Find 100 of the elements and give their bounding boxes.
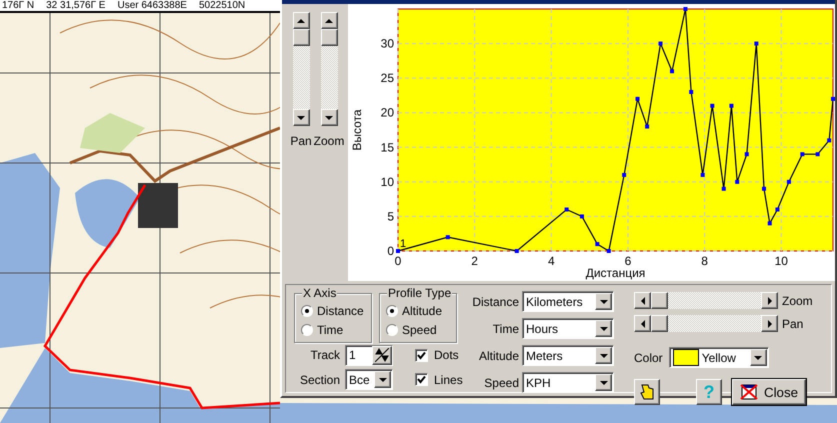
input-field[interactable]: 1 [345,344,393,366]
y-tick-label: 0 [387,244,394,258]
radio-label[interactable]: Distance [317,304,364,318]
dropdown-arrow-button[interactable] [374,371,391,388]
field-label: Altitude [478,348,519,362]
hand-icon [639,383,655,401]
data-point [700,172,705,177]
data-point [645,124,650,129]
data-point [396,249,400,253]
slider-label: Pan [290,134,312,148]
field-label: Section [298,372,341,387]
scroll-left-button[interactable] [634,292,651,309]
dropdown-arrow-button[interactable] [595,293,612,310]
radio-label[interactable]: Time [317,323,344,337]
slider-label: Zoom [314,134,344,148]
x-tick-label: 2 [471,254,478,268]
x-tick-label: 8 [701,254,708,268]
data-point [564,208,569,212]
x-axis-title: Дистанция [586,266,646,280]
group-title: Profile Type [387,286,452,300]
data-point [768,221,772,226]
dropdown[interactable]: Kilometers [522,291,614,312]
data-point [446,235,450,240]
data-point [514,249,519,253]
scroll-right-button[interactable] [761,292,778,309]
data-point [606,249,611,253]
data-point [595,242,600,246]
field-label: Color [634,350,663,364]
y-axis-title: Высота [350,109,364,151]
user-north-text: 5022510N [198,0,246,11]
radio-button[interactable] [386,305,398,317]
field-label: Distance [471,294,519,308]
checkbox-label[interactable]: Dots [434,348,459,362]
data-point [775,208,780,212]
radio-label[interactable]: Altitude [402,304,442,318]
checkbox-label[interactable]: Lines [434,372,463,387]
scroll-down-button[interactable] [320,109,338,126]
dropdown[interactable]: Все [345,369,393,390]
data-point [762,186,766,191]
dropdown[interactable]: KPH [522,372,614,393]
data-point [622,172,626,177]
dropdown-arrow-button[interactable] [595,320,612,337]
group-title: X Axis [302,286,338,300]
close-icon [740,384,758,400]
scroll-up-button[interactable] [292,12,310,29]
data-point [710,104,714,108]
radio-button[interactable] [301,305,313,317]
data-point [800,152,804,156]
point-label: 1 [400,238,406,250]
y-tick-label: 10 [380,174,394,189]
data-point [786,180,791,184]
slider-thumb[interactable] [292,29,310,46]
data-point [689,90,694,94]
data-point [580,214,584,218]
field-label: Track [309,348,341,362]
data-point [744,152,749,156]
radio-label[interactable]: Speed [402,323,437,337]
scroll-left-button[interactable] [634,315,651,332]
close-button[interactable]: Close [732,379,806,405]
data-point [670,69,674,74]
y-tick-label: 5 [387,209,394,224]
dropdown-arrow-button[interactable] [595,374,612,391]
data-point [735,180,740,184]
y-tick-label: 15 [380,140,394,154]
x-tick-label: 4 [548,254,555,268]
scroll-right-button[interactable] [761,315,778,332]
data-point [729,104,734,108]
scroll-up-button[interactable] [320,12,338,29]
field-label: Time [492,322,519,336]
x-tick-label: 6 [624,254,632,268]
radio-button[interactable] [386,324,398,336]
data-point [658,42,663,46]
y-tick-label: 30 [380,36,394,51]
dropdown[interactable]: Yellow [668,347,769,368]
checkbox[interactable] [415,348,428,362]
scroll-down-button[interactable] [292,109,310,126]
slider-thumb[interactable] [320,29,338,46]
user-east-text: User 6463388E [117,0,187,11]
y-tick-label: 20 [380,106,394,120]
data-point [754,42,758,46]
data-point [683,7,688,11]
dropdown-arrow-button[interactable] [750,349,767,366]
hand-button[interactable] [634,379,660,405]
spin-button[interactable] [372,346,392,365]
data-point [722,186,726,191]
slider-thumb[interactable] [651,315,668,332]
latitude-text: 176Г N [2,0,34,11]
dropdown-arrow-button[interactable] [595,347,612,364]
checkbox[interactable] [415,373,428,386]
slider-thumb[interactable] [651,292,668,309]
data-point [827,138,832,142]
dropdown[interactable]: Meters [522,345,614,366]
data-point [831,96,835,101]
field-label: Speed [483,376,519,390]
slider-label: Pan [782,316,804,330]
dropdown[interactable]: Hours [522,318,614,339]
radio-button[interactable] [301,324,313,336]
y-tick-label: 25 [380,71,394,86]
x-tick-label: 0 [394,254,402,268]
slider-label: Zoom [782,294,813,308]
